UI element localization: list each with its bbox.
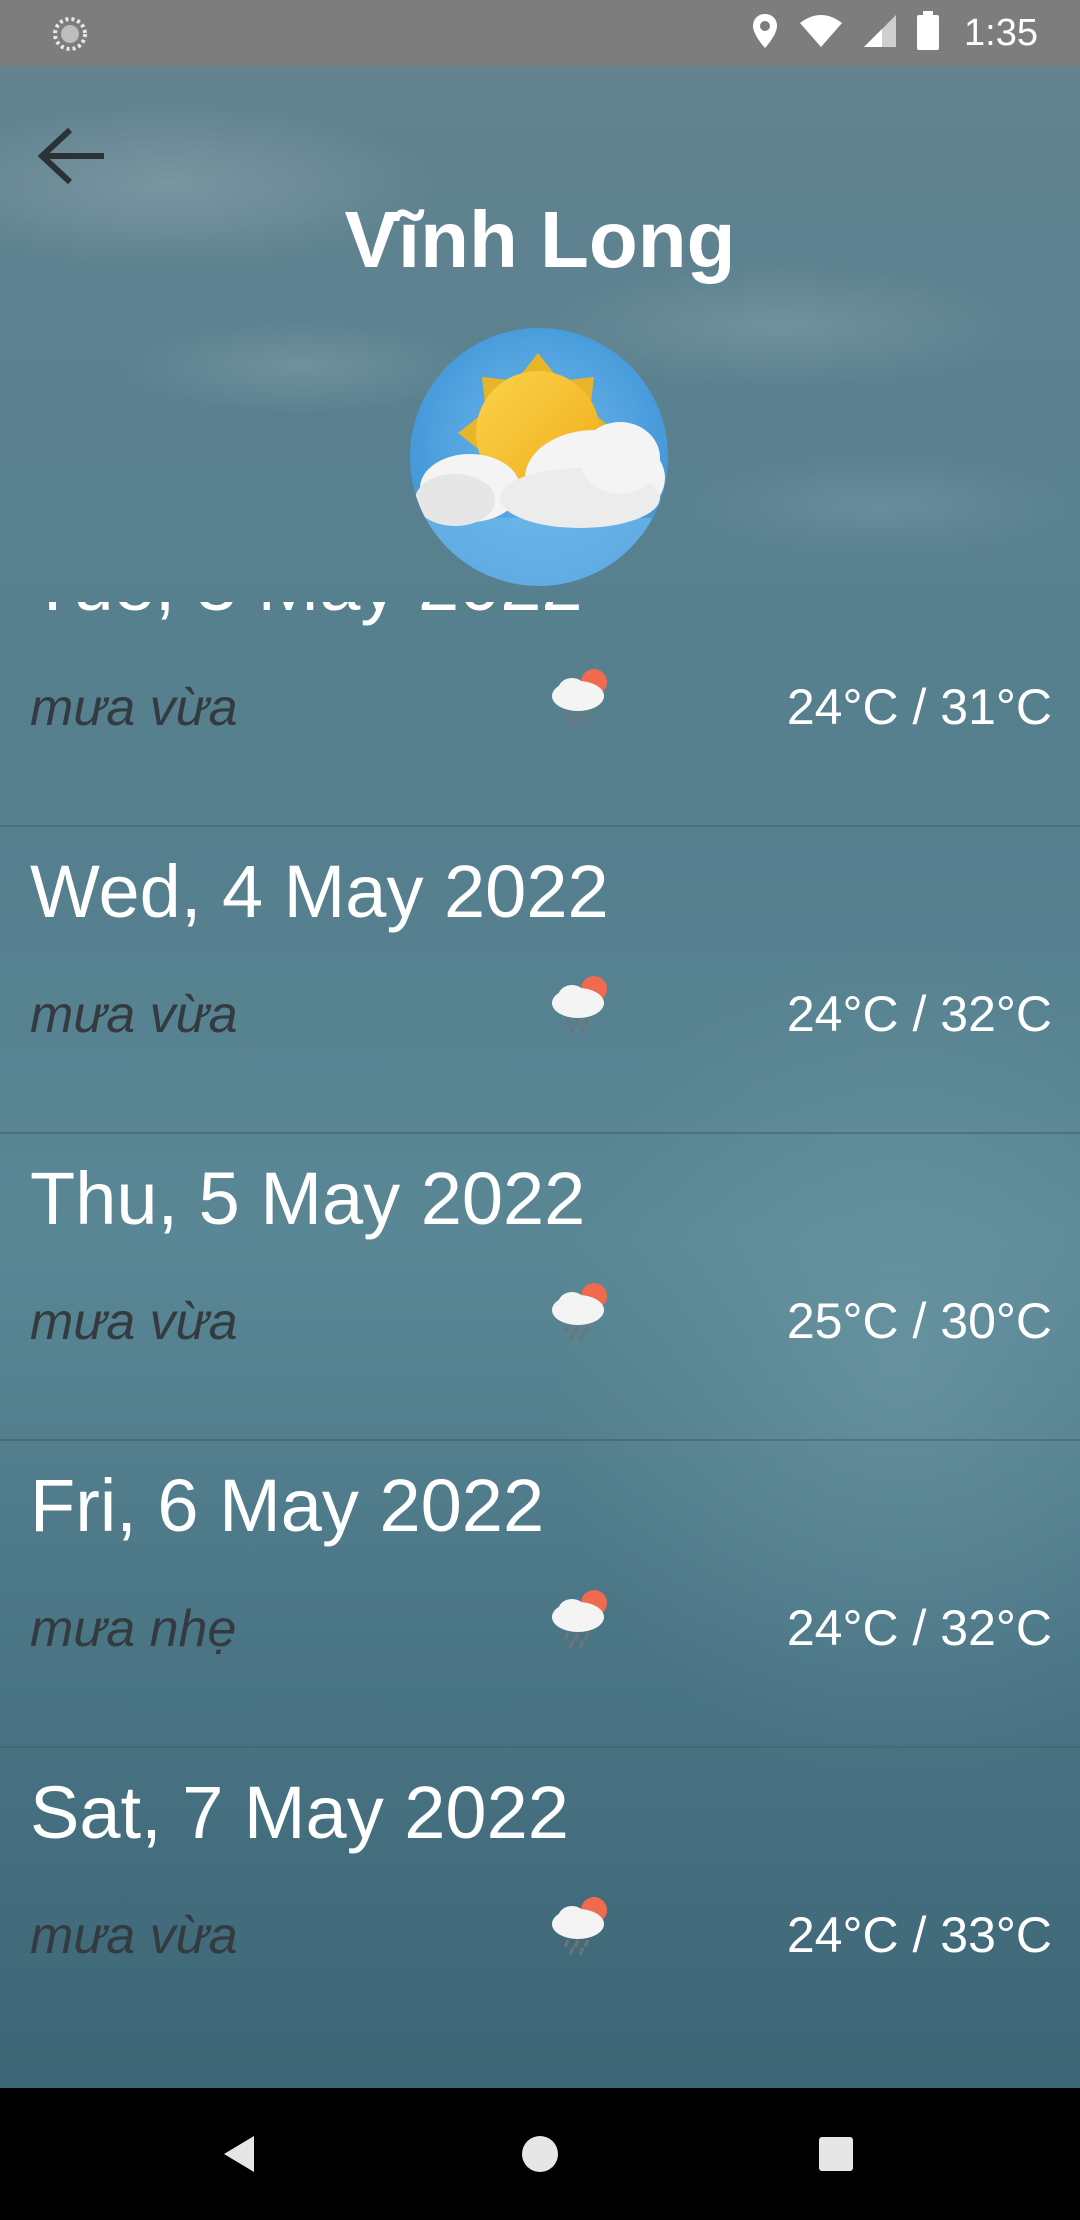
forecast-list-inner: Tue, 3 May 2022 mưa vừa 24°C / 31°C Wed,… xyxy=(0,602,1080,2055)
rain-cloud-sun-icon xyxy=(548,1585,614,1651)
forecast-row[interactable]: Wed, 4 May 2022 mưa vừa 24°C / 32°C xyxy=(0,827,1080,1134)
back-button[interactable] xyxy=(28,118,108,198)
status-bar: 1:35 xyxy=(0,0,1080,66)
nav-back-icon[interactable] xyxy=(210,2124,270,2184)
forecast-date: Wed, 4 May 2022 xyxy=(30,850,609,933)
app-area: Vĩnh Long mưa vừa 24°C / 31°C Wed, 4 May… xyxy=(0,66,1080,2088)
navigation-bar xyxy=(0,2088,1080,2220)
forecast-description: mưa vừa xyxy=(30,986,238,1044)
forecast-date: Thu, 5 May 2022 xyxy=(30,1157,586,1240)
forecast-date: Sat, 7 May 2022 xyxy=(30,1771,569,1854)
forecast-description: mưa vừa xyxy=(30,1907,238,1965)
status-time: 1:35 xyxy=(964,11,1038,54)
forecast-temperature: 24°C / 32°C xyxy=(786,1600,1052,1656)
forecast-list[interactable]: Tue, 3 May 2022 mưa vừa 24°C / 31°C Wed,… xyxy=(0,602,1080,2088)
location-icon xyxy=(750,12,780,55)
wifi-icon xyxy=(798,13,844,54)
nav-recents-icon[interactable] xyxy=(806,2124,866,2184)
sun-behind-cloud-icon xyxy=(410,328,668,586)
forecast-temperature: 24°C / 32°C xyxy=(786,986,1052,1042)
signal-icon xyxy=(862,13,898,54)
nav-home-icon[interactable] xyxy=(510,2124,570,2184)
forecast-row[interactable]: Fri, 6 May 2022 mưa nhẹ 24°C / 32°C xyxy=(0,1441,1080,1748)
arrow-left-icon xyxy=(30,118,106,199)
forecast-date: Tue, 3 May 2022 xyxy=(30,602,583,627)
forecast-row[interactable]: Thu, 5 May 2022 mưa vừa 25°C / 30°C xyxy=(0,1134,1080,1441)
forecast-date: Fri, 6 May 2022 xyxy=(30,1464,545,1547)
rain-cloud-sun-icon xyxy=(548,971,614,1037)
loading-icon xyxy=(52,16,88,52)
forecast-row[interactable]: Sat, 7 May 2022 mưa vừa 24°C / 33°C xyxy=(0,1748,1080,2055)
rain-cloud-sun-icon xyxy=(548,664,614,730)
forecast-temperature: 24°C / 31°C xyxy=(786,679,1052,735)
forecast-description: mưa vừa xyxy=(30,1293,238,1351)
battery-icon xyxy=(916,10,940,56)
status-icons: 1:35 xyxy=(750,0,1038,66)
city-title: Vĩnh Long xyxy=(344,195,736,284)
forecast-description: mưa nhẹ xyxy=(30,1600,237,1658)
forecast-description: mưa vừa xyxy=(30,679,238,737)
rain-cloud-sun-icon xyxy=(548,1892,614,1958)
forecast-row[interactable]: Tue, 3 May 2022 mưa vừa 24°C / 31°C xyxy=(0,602,1080,827)
rain-cloud-sun-icon xyxy=(548,1278,614,1344)
forecast-temperature: 25°C / 30°C xyxy=(786,1293,1052,1349)
forecast-temperature: 24°C / 33°C xyxy=(786,1907,1052,1963)
